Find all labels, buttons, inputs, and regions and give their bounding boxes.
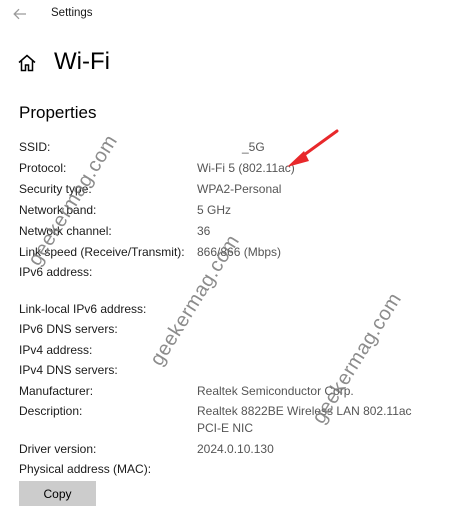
copy-button[interactable]: Copy [19,481,96,506]
network-channel-label: Network channel: [19,224,112,238]
network-band-value: 5 GHz [197,203,232,217]
settings-window: Settings Wi-Fi Properties SSID: _5G Prot… [0,0,474,513]
security-type-value: WPA2-Personal [197,182,282,196]
driver-version-value: 2024.0.10.130 [197,442,274,456]
ipv4-address-label: IPv4 address: [19,343,93,357]
ipv6-dns-label: IPv6 DNS servers: [19,322,118,336]
manufacturer-label: Manufacturer: [19,384,94,398]
properties-list: SSID: _5G Protocol: Wi-Fi 5 (802.11ac) S… [0,0,474,513]
link-speed-label: Link speed (Receive/Transmit): [19,245,185,259]
link-speed-value: 866/866 (Mbps) [197,245,282,259]
ssid-value: _5G [242,140,265,154]
protocol-label: Protocol: [19,161,67,175]
description-label: Description: [19,404,83,418]
ipv4-dns-label: IPv4 DNS servers: [19,363,118,377]
red-arrow-icon [287,129,339,167]
manufacturer-value: Realtek Semiconductor Corp. [197,384,354,398]
driver-version-label: Driver version: [19,442,97,456]
ssid-label: SSID: [19,140,51,154]
security-type-label: Security type: [19,182,92,196]
protocol-value: Wi-Fi 5 (802.11ac) [197,161,295,175]
link-local-ipv6-label: Link-local IPv6 address: [19,302,147,316]
network-channel-value: 36 [197,224,211,238]
description-value: Realtek 8822BE Wireless LAN 802.11ac [197,404,412,418]
network-band-label: Network band: [19,203,97,217]
mac-address-label: Physical address (MAC): [19,462,152,476]
description-value-line2: PCI-E NIC [197,421,254,435]
ipv6-address-label: IPv6 address: [19,265,93,279]
